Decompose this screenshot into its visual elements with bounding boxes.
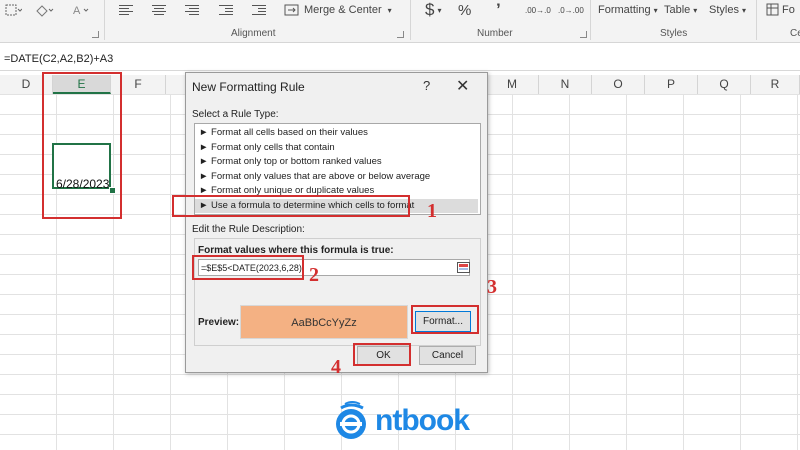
borders-icon[interactable]	[4, 2, 22, 18]
ntbook-logo: ntbook	[331, 399, 470, 443]
column-header-m[interactable]: M	[486, 75, 539, 94]
cells-group-label: Ce	[790, 28, 800, 39]
svg-text:A: A	[73, 5, 81, 17]
font-launcher-icon[interactable]	[92, 31, 99, 38]
format-cells-icon	[766, 3, 779, 16]
highlight-box-ok-button	[353, 343, 411, 366]
font-color-icon[interactable]: A	[72, 2, 92, 18]
merge-center-button[interactable]: Merge & Center ▾	[284, 2, 392, 18]
cancel-button[interactable]: Cancel	[419, 346, 476, 365]
comma-style-button[interactable]: ’	[496, 0, 501, 19]
column-header-p[interactable]: P	[645, 75, 698, 94]
merge-center-label: Merge & Center	[304, 4, 382, 16]
increase-decimal-button[interactable]: .00→.0	[525, 2, 551, 18]
fill-color-icon[interactable]	[34, 2, 56, 18]
decrease-indent-icon[interactable]	[219, 2, 233, 18]
alignment-group-label: Alignment	[231, 28, 276, 39]
step-number-2: 2	[309, 264, 319, 286]
percent-button[interactable]: %	[458, 2, 471, 19]
align-left-icon[interactable]	[119, 2, 133, 18]
rule-type-item[interactable]: ► Format only values that are above or b…	[199, 170, 430, 184]
align-center-icon[interactable]	[152, 2, 166, 18]
ribbon: A Merge & Center ▾ Alignment $ ▾ % ’ .00→…	[0, 0, 800, 43]
column-header-n[interactable]: N	[539, 75, 592, 94]
currency-button[interactable]: $ ▾	[425, 0, 441, 19]
column-header-o[interactable]: O	[592, 75, 645, 94]
number-group-label: Number	[477, 28, 513, 39]
step-number-3: 3	[487, 276, 497, 298]
collapse-dialog-icon[interactable]	[455, 259, 471, 276]
highlight-box-column-e	[42, 72, 122, 219]
number-launcher-icon[interactable]	[580, 31, 587, 38]
cell-styles-button[interactable]: Styles ▾	[709, 2, 746, 18]
preview-label: Preview:	[198, 317, 240, 328]
rule-type-item[interactable]: ► Format all cells based on their values	[199, 126, 368, 140]
highlight-box-format-button	[411, 305, 479, 334]
formula-text: =DATE(C2,A2,B2)+A3	[4, 53, 114, 65]
format-as-table-button[interactable]: Table ▾	[664, 2, 697, 18]
edit-description-label: Edit the Rule Description:	[192, 224, 305, 235]
alignment-launcher-icon[interactable]	[397, 31, 404, 38]
chevron-down-icon: ▾	[387, 5, 392, 15]
dialog-title: New Formatting Rule	[192, 80, 305, 94]
align-right-icon[interactable]	[185, 2, 199, 18]
format-cells-button[interactable]: Fo	[766, 2, 795, 18]
logo-mark-icon	[336, 401, 366, 439]
increase-indent-icon[interactable]	[252, 2, 266, 18]
decrease-decimal-button[interactable]: .0→.00	[558, 2, 584, 18]
highlight-box-rule-type	[172, 195, 410, 217]
styles-group-label: Styles	[660, 28, 688, 39]
logo-text: ntbook	[375, 404, 470, 437]
help-icon[interactable]: ?	[423, 78, 430, 93]
rule-type-item[interactable]: ► Format only cells that contain	[199, 141, 335, 155]
column-header-r[interactable]: R	[751, 75, 800, 94]
close-icon[interactable]: ✕	[456, 76, 469, 96]
highlight-box-formula	[192, 255, 304, 280]
merge-icon	[284, 4, 299, 16]
formula-bar[interactable]: =DATE(C2,A2,B2)+A3	[0, 50, 800, 71]
select-rule-type-label: Select a Rule Type:	[192, 109, 279, 120]
step-number-4: 4	[331, 356, 341, 378]
preview-sample: AaBbCcYyZz	[240, 305, 408, 339]
conditional-formatting-button[interactable]: Formatting ▾	[598, 2, 658, 18]
rule-type-item[interactable]: ► Format only top or bottom ranked value…	[199, 155, 382, 169]
column-header-q[interactable]: Q	[698, 75, 751, 94]
step-number-1: 1	[427, 200, 437, 222]
